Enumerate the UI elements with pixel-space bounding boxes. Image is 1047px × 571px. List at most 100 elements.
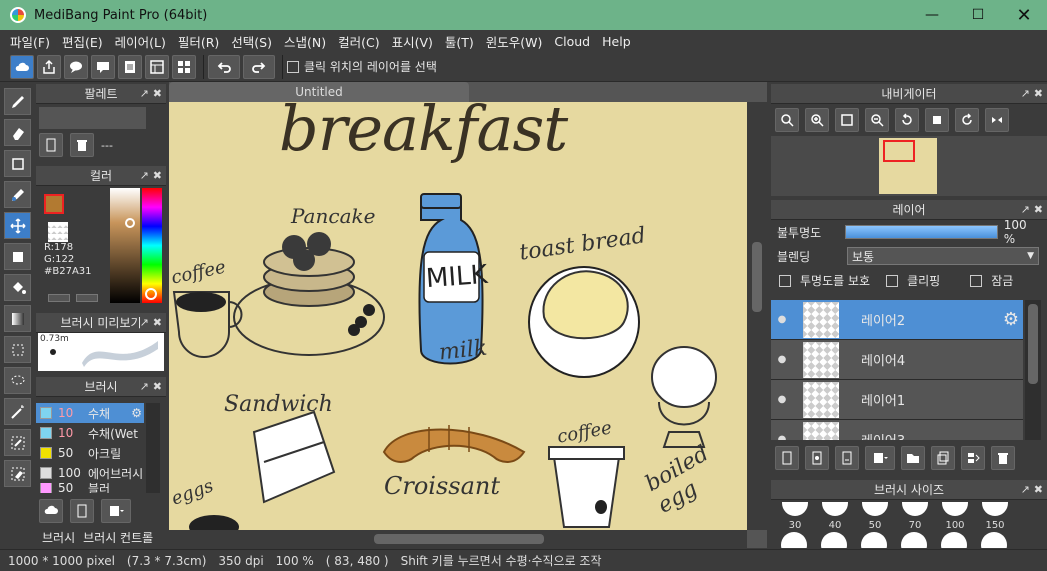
lock-checkbox[interactable] xyxy=(970,273,987,287)
close-icon[interactable]: ✖ xyxy=(153,316,162,329)
close-icon[interactable]: ✖ xyxy=(153,169,162,182)
rect-select-tool-icon[interactable] xyxy=(4,150,31,177)
menu-view[interactable]: 표시(V) xyxy=(386,32,439,51)
close-icon[interactable]: ✖ xyxy=(1034,87,1043,100)
close-button[interactable]: ✕ xyxy=(1001,0,1047,30)
brush-size-option[interactable] xyxy=(781,532,807,548)
drawing-canvas[interactable]: breakfast Pancake MILK milk toast bread … xyxy=(169,102,747,530)
minimize-button[interactable]: — xyxy=(909,0,955,30)
pen-tool-icon[interactable] xyxy=(4,181,31,208)
canvas-vertical-scrollbar[interactable] xyxy=(747,102,767,530)
new-layer-icon[interactable] xyxy=(775,446,799,470)
cloud-brush-icon[interactable] xyxy=(39,499,63,523)
brush-size-option[interactable] xyxy=(821,532,847,548)
brush-size-option[interactable] xyxy=(901,532,927,548)
layer-row[interactable]: ●레이어3 xyxy=(771,420,1023,440)
fill-rect-tool-icon[interactable] xyxy=(4,243,31,270)
redo-icon[interactable] xyxy=(243,54,275,79)
brush-size-option[interactable] xyxy=(981,532,1007,548)
magic-wand-tool-icon[interactable] xyxy=(4,398,31,425)
popout-icon[interactable]: ↗ xyxy=(1021,87,1030,100)
brush-scrollbar[interactable] xyxy=(146,403,160,493)
brush-item[interactable]: 100 에어브러시 xyxy=(36,463,144,483)
new-halftone-layer-icon[interactable] xyxy=(805,446,829,470)
flip-icon[interactable] xyxy=(985,108,1009,132)
lasso-tool-icon[interactable] xyxy=(4,367,31,394)
color-sv-picker[interactable] xyxy=(110,188,140,303)
visibility-icon[interactable]: ● xyxy=(771,354,793,365)
swap-color-button[interactable] xyxy=(76,294,98,302)
layer-row[interactable]: ● 레이어4 xyxy=(771,340,1023,380)
protect-checkbox[interactable] xyxy=(779,273,796,287)
new-8bit-layer-icon[interactable] xyxy=(835,446,859,470)
brush-size-option[interactable]: 150 xyxy=(975,502,1015,536)
menu-color[interactable]: 컬러(C) xyxy=(332,32,385,51)
select-pen-tool-icon[interactable] xyxy=(4,429,31,456)
popout-icon[interactable]: ↗ xyxy=(140,169,149,182)
layer-scrollbar[interactable] xyxy=(1025,300,1041,440)
zoom-out-icon[interactable] xyxy=(865,108,889,132)
brush-item[interactable]: 10 수채(Wet xyxy=(36,423,144,443)
menu-help[interactable]: Help xyxy=(596,34,637,49)
eraser-tool-icon[interactable] xyxy=(4,119,31,146)
gradient-tool-icon[interactable] xyxy=(4,305,31,332)
popout-icon[interactable]: ↗ xyxy=(1021,483,1030,496)
bucket-tool-icon[interactable] xyxy=(4,274,31,301)
zoom-fit-icon[interactable] xyxy=(775,108,799,132)
close-icon[interactable]: ✖ xyxy=(153,380,162,393)
menu-edit[interactable]: 편집(E) xyxy=(56,32,109,51)
hue-slider[interactable] xyxy=(142,188,162,303)
menu-window[interactable]: 윈도우(W) xyxy=(480,32,549,51)
close-icon[interactable]: ✖ xyxy=(1034,483,1043,496)
undo-icon[interactable] xyxy=(208,54,240,79)
fit-window-icon[interactable] xyxy=(835,108,859,132)
transparent-color-swatch[interactable] xyxy=(48,222,68,242)
grid-icon[interactable] xyxy=(172,54,196,79)
tab-brush[interactable]: 브러시 xyxy=(42,529,75,546)
duplicate-layer-icon[interactable] xyxy=(931,446,955,470)
rotate-right-icon[interactable] xyxy=(955,108,979,132)
popout-icon[interactable]: ↗ xyxy=(140,87,149,100)
merge-layer-icon[interactable] xyxy=(961,446,985,470)
brush-size-option[interactable] xyxy=(941,532,967,548)
close-icon[interactable]: ✖ xyxy=(153,87,162,100)
visibility-icon[interactable]: ● xyxy=(771,434,793,440)
opacity-slider[interactable] xyxy=(845,225,998,239)
foreground-color-swatch[interactable] xyxy=(44,194,64,214)
menu-cloud[interactable]: Cloud xyxy=(548,34,596,49)
canvas-horizontal-scrollbar[interactable] xyxy=(169,530,747,548)
select-eraser-tool-icon[interactable] xyxy=(4,460,31,487)
menu-snap[interactable]: 스냅(N) xyxy=(278,32,332,51)
delete-layer-icon[interactable] xyxy=(991,446,1015,470)
share-icon[interactable] xyxy=(37,54,61,79)
brush-menu-icon[interactable] xyxy=(101,499,131,523)
palette-select[interactable] xyxy=(39,107,146,129)
maximize-button[interactable]: ☐ xyxy=(955,0,1001,30)
brush-tool-icon[interactable] xyxy=(4,88,31,115)
brush-size-option[interactable]: 100 xyxy=(935,502,975,536)
clip-checkbox[interactable] xyxy=(886,273,903,287)
speech-box-icon[interactable] xyxy=(91,54,115,79)
popout-icon[interactable]: ↗ xyxy=(140,316,149,329)
layer-row[interactable]: ● 레이어1 xyxy=(771,380,1023,420)
menu-file[interactable]: 파일(F) xyxy=(4,32,56,51)
close-icon[interactable]: ✖ xyxy=(1034,203,1043,216)
layer-row[interactable]: ● 레이어2 ⚙ xyxy=(771,300,1023,340)
menu-select[interactable]: 선택(S) xyxy=(225,32,278,51)
new-palette-icon[interactable] xyxy=(39,133,63,157)
select-rect-tool-icon[interactable] xyxy=(4,336,31,363)
brush-size-option[interactable]: 50 xyxy=(855,502,895,536)
cloud-icon[interactable] xyxy=(10,54,34,79)
gear-icon[interactable]: ⚙ xyxy=(131,406,142,420)
brush-size-option[interactable]: 70 xyxy=(895,502,935,536)
tab-brush-control[interactable]: 브러시 컨트롤 xyxy=(83,529,153,546)
move-tool-icon[interactable] xyxy=(4,212,31,239)
visibility-icon[interactable]: ● xyxy=(771,314,793,325)
new-brush-icon[interactable] xyxy=(70,499,94,523)
navigator-preview[interactable] xyxy=(771,136,1047,196)
popout-icon[interactable]: ↗ xyxy=(140,380,149,393)
brush-item[interactable]: 50 아크릴 xyxy=(36,443,144,463)
zoom-in-icon[interactable] xyxy=(805,108,829,132)
trash-icon[interactable] xyxy=(70,133,94,157)
brush-item[interactable]: 10 수채 ⚙ xyxy=(36,403,144,423)
